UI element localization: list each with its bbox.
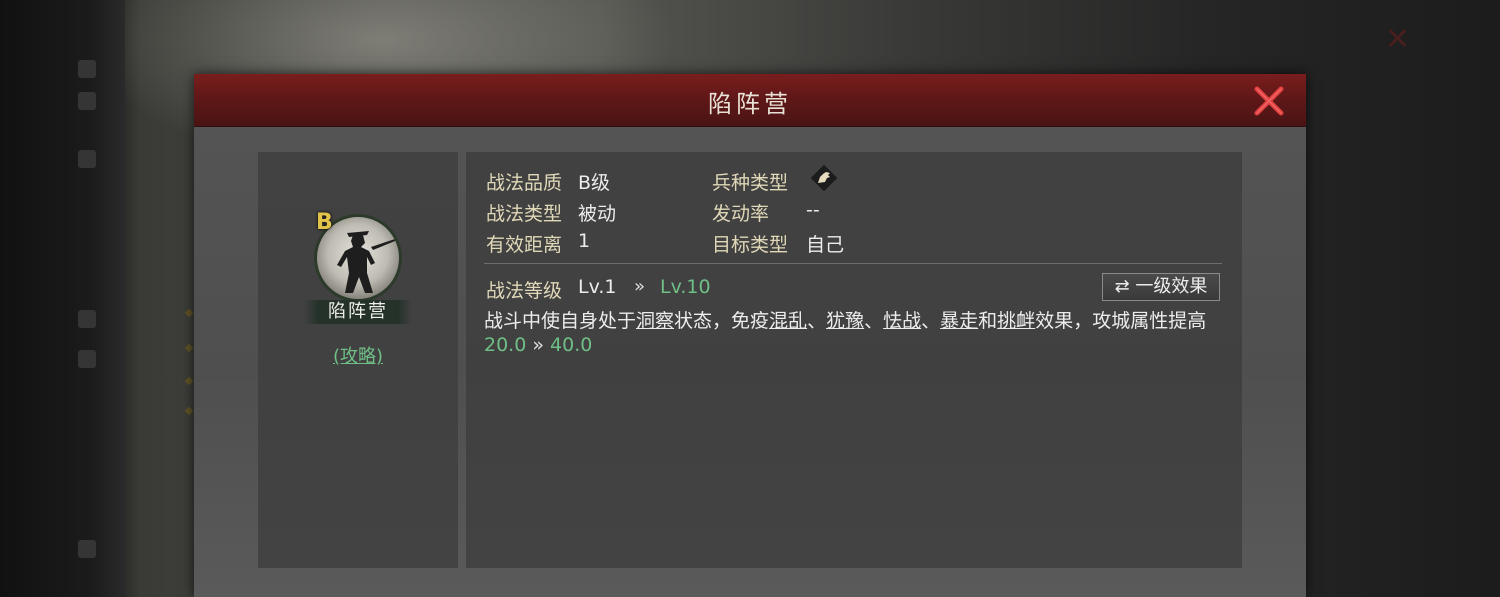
desc-text: 、 bbox=[864, 310, 884, 332]
level-effect-toggle-label: 一级效果 bbox=[1135, 276, 1208, 297]
modal-header: 陷阵营 bbox=[194, 74, 1306, 127]
background-menu-icon bbox=[78, 150, 96, 168]
close-x-icon bbox=[1254, 86, 1284, 116]
status-link-hesitation[interactable]: 犹豫 bbox=[826, 310, 864, 332]
guide-link[interactable]: (攻略) bbox=[258, 342, 458, 368]
modal-title: 陷阵营 bbox=[708, 90, 792, 118]
background-menu-icon bbox=[78, 350, 96, 368]
trigger-rate-value: -- bbox=[806, 199, 820, 221]
skill-level-label: 战法等级 bbox=[486, 280, 563, 302]
target-type-label: 目标类型 bbox=[712, 234, 789, 256]
range-label: 有效距离 bbox=[486, 234, 563, 256]
background-menu-icon bbox=[78, 60, 96, 78]
desc-text: 效果，攻城属性提高 bbox=[1035, 310, 1207, 332]
skill-level-max: Lv.10 bbox=[660, 276, 711, 298]
level-arrow-icon: » bbox=[634, 276, 646, 297]
background-close-icon: ✕ bbox=[1385, 22, 1411, 57]
desc-text: 、 bbox=[807, 310, 827, 332]
value-from: 20.0 bbox=[484, 334, 527, 356]
desc-text: 和 bbox=[978, 310, 998, 332]
status-link-rampage[interactable]: 暴走 bbox=[940, 310, 978, 332]
range-value: 1 bbox=[578, 230, 591, 252]
skill-info-panel: 战法品质 B级 战法类型 被动 有效距离 1 兵种类型 发动率 -- 目标类型 … bbox=[466, 152, 1242, 568]
skill-name: 陷阵营 bbox=[328, 301, 388, 322]
value-to: 40.0 bbox=[550, 334, 593, 356]
quality-value: B级 bbox=[578, 172, 611, 194]
target-type-value: 自己 bbox=[806, 234, 845, 256]
quality-label: 战法品质 bbox=[486, 172, 563, 194]
desc-text: 、 bbox=[921, 310, 941, 332]
level-effect-toggle-button[interactable]: ⇄ 一级效果 bbox=[1102, 273, 1220, 301]
status-link-taunt[interactable]: 挑衅 bbox=[997, 310, 1035, 332]
status-link-fear[interactable]: 怯战 bbox=[883, 310, 921, 332]
section-divider bbox=[484, 263, 1222, 264]
skill-description: 战斗中使自身处于洞察状态，免疫混乱、犹豫、怯战、暴走和挑衅效果，攻城属性提高 bbox=[484, 308, 1234, 334]
status-link-insight[interactable]: 洞察 bbox=[636, 310, 674, 332]
skill-detail-modal: 陷阵营 B 陷阵营 (攻略) 战法品质 B级 战法类型 被动 有效距离 1 兵种… bbox=[194, 74, 1306, 597]
troop-type-label: 兵种类型 bbox=[712, 172, 789, 194]
background-menu-icon bbox=[78, 540, 96, 558]
skill-value-range: 20.0 » 40.0 bbox=[484, 334, 592, 356]
trigger-rate-label: 发动率 bbox=[712, 203, 770, 225]
skill-grade-badge: B bbox=[316, 210, 333, 235]
swap-arrows-icon: ⇄ bbox=[1114, 276, 1130, 297]
desc-text: 状态，免疫 bbox=[674, 310, 770, 332]
skill-card-panel: B 陷阵营 (攻略) bbox=[258, 152, 458, 568]
status-link-chaos[interactable]: 混乱 bbox=[769, 310, 807, 332]
skill-type-value: 被动 bbox=[578, 203, 617, 225]
background-menu-icon bbox=[78, 310, 96, 328]
skill-level-current: Lv.1 bbox=[578, 276, 617, 298]
value-arrow-icon: » bbox=[532, 334, 544, 356]
background-menu-icon bbox=[78, 92, 96, 110]
close-button[interactable] bbox=[1252, 84, 1286, 118]
desc-text: 战斗中使自身处于 bbox=[484, 310, 637, 332]
cavalry-horse-icon bbox=[809, 163, 839, 193]
background-side-menu bbox=[0, 0, 125, 597]
skill-type-label: 战法类型 bbox=[486, 203, 563, 225]
